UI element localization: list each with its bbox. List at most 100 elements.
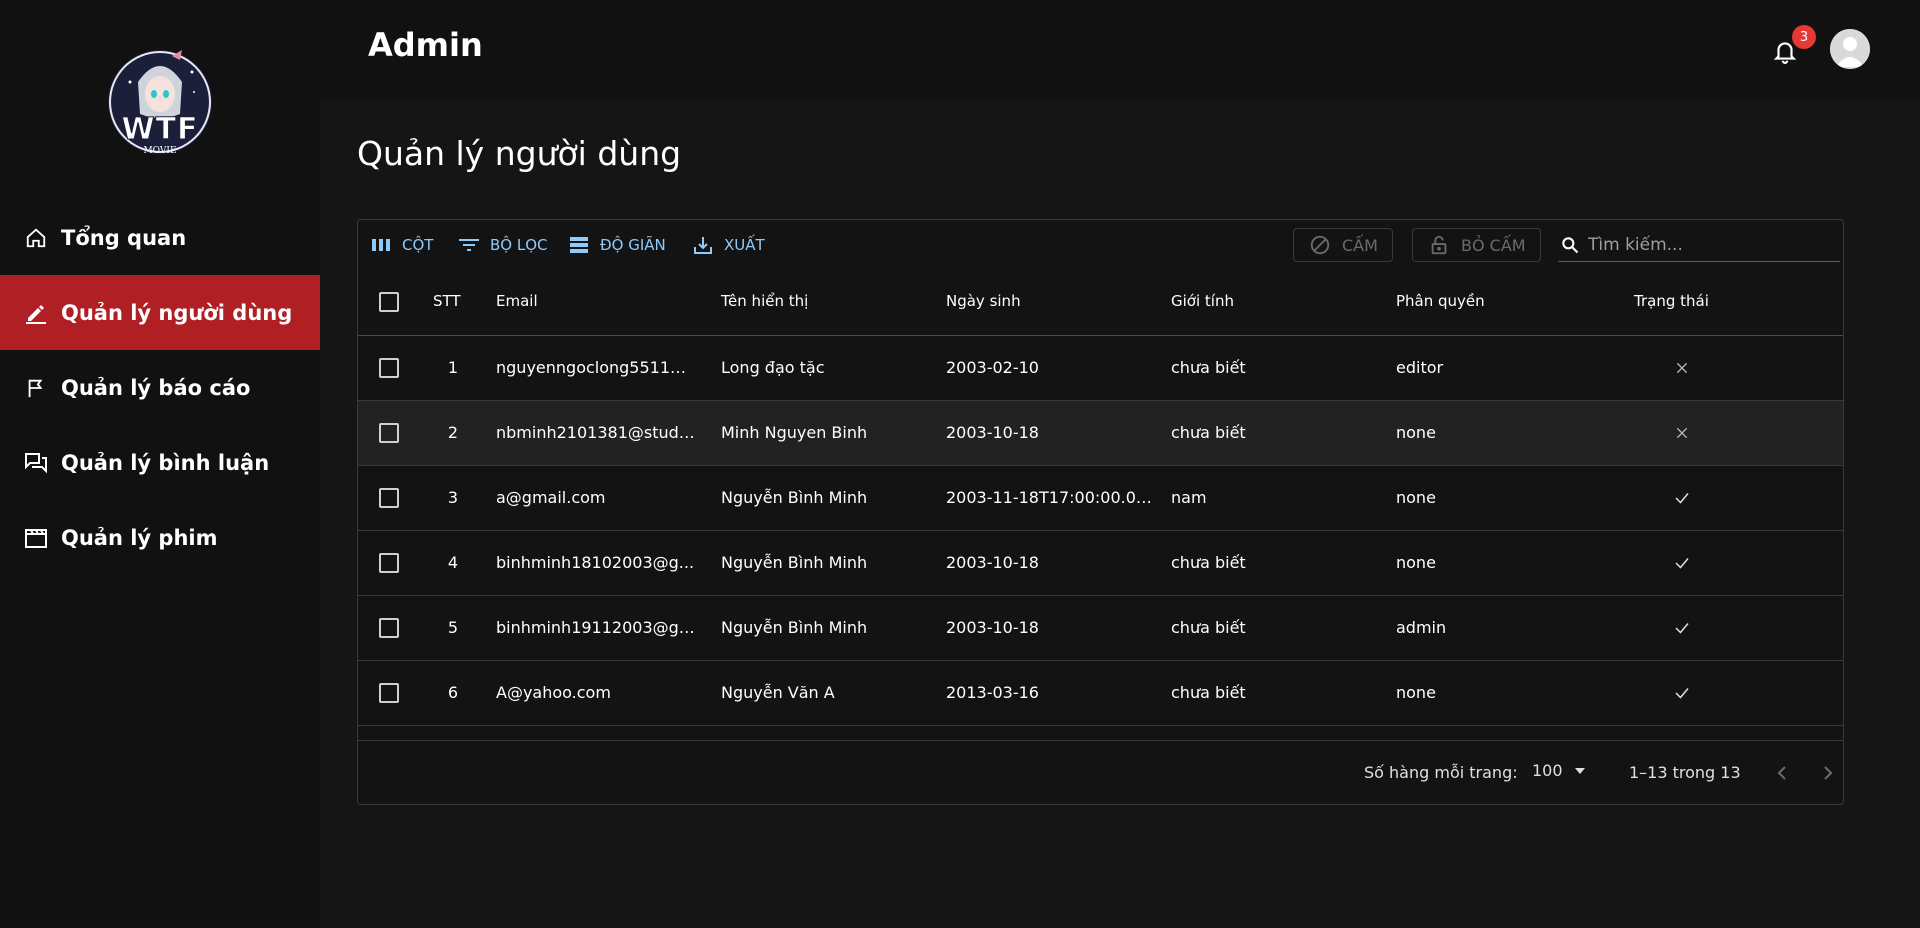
- sidebar-item-movies[interactable]: Quản lý phim: [0, 500, 320, 575]
- ban-button[interactable]: CẤM: [1293, 228, 1393, 262]
- chevron-right-icon: [1824, 766, 1833, 780]
- sidebar-item-label: Quản lý người dùng: [61, 300, 293, 325]
- home-icon: [24, 226, 48, 250]
- sidebar-item-comments[interactable]: Quản lý bình luận: [0, 425, 320, 500]
- status-active-check-icon: [1670, 486, 1694, 510]
- unban-button-label: BỎ CẤM: [1461, 235, 1526, 255]
- logo-subtext: MOVIE: [143, 146, 177, 156]
- cell-dob: 2003-11-18T17:00:00.000Z: [946, 488, 1156, 507]
- table-row[interactable]: 1 nguyenngoclong5511@... Long đạo tặc 2003-…: [358, 336, 1843, 401]
- status-inactive-x-icon: [1670, 356, 1694, 380]
- table-row[interactable]: 3 a@gmail.com Nguyễn Bình Minh 2003-11-18T1…: [358, 466, 1843, 531]
- cell-gender: chưa biết: [1171, 358, 1246, 377]
- comments-icon: [24, 451, 48, 475]
- cell-gender: chưa biết: [1171, 618, 1246, 637]
- cell-name: Nguyễn Bình Minh: [721, 488, 868, 507]
- sidebar-item-reports[interactable]: Quản lý báo cáo: [0, 350, 320, 425]
- cell-role: none: [1396, 553, 1436, 572]
- grid-toolbar: CỘT BỘ LỌC ĐỘ GIÃN XUẤT CẤM BỎ CẤM Tìm k…: [358, 220, 1843, 270]
- cell-name: Long đạo tặc: [721, 358, 825, 377]
- select-all-checkbox[interactable]: [379, 292, 399, 312]
- cell-email: nguyenngoclong5511@...: [496, 358, 696, 377]
- notification-badge: 3: [1792, 25, 1816, 49]
- pagination-footer: Số hàng mỗi trang: 100 1–13 trong 13: [358, 740, 1843, 806]
- cell-email: binhminh19112003@gm...: [496, 618, 696, 637]
- sidebar-item-label: Quản lý báo cáo: [61, 375, 251, 400]
- table-row[interactable]: 4 binhminh18102003@g... Nguyễn Bình Minh 20…: [358, 531, 1843, 596]
- cell-gender: chưa biết: [1171, 553, 1246, 572]
- column-header-email[interactable]: Email: [496, 292, 538, 310]
- row-checkbox[interactable]: [379, 488, 399, 508]
- sidebar-item-users[interactable]: Quản lý người dùng: [0, 275, 320, 350]
- pagination-range: 1–13 trong 13: [1629, 763, 1741, 782]
- cell-email: nbminh2101381@studen...: [496, 423, 696, 442]
- cell-role: none: [1396, 423, 1436, 442]
- column-header-dob[interactable]: Ngày sinh: [946, 292, 1021, 310]
- cell-email: binhminh18102003@g...: [496, 553, 695, 572]
- cell-role: admin: [1396, 618, 1447, 637]
- status-active-check-icon: [1670, 681, 1694, 705]
- cell-stt: 5: [447, 618, 459, 637]
- cell-name: Nguyễn Bình Minh: [721, 618, 868, 637]
- filter-icon: [458, 234, 480, 256]
- column-header-status[interactable]: Trạng thái: [1634, 292, 1709, 310]
- user-avatar-icon: [1830, 29, 1870, 69]
- status-active-check-icon: [1670, 616, 1694, 640]
- column-header-gender[interactable]: Giới tính: [1171, 292, 1234, 310]
- filter-button-label: BỘ LỌC: [490, 236, 548, 254]
- download-icon: [692, 234, 714, 256]
- columns-button[interactable]: CỘT: [370, 233, 433, 257]
- cell-name: Nguyễn Văn A: [721, 683, 835, 702]
- clapperboard-icon: [24, 526, 48, 550]
- avatar[interactable]: [1830, 29, 1870, 69]
- row-checkbox[interactable]: [379, 358, 399, 378]
- column-header-stt[interactable]: STT: [433, 292, 461, 310]
- filter-button[interactable]: BỘ LỌC: [458, 233, 548, 257]
- rows-per-page-select[interactable]: 100: [1532, 761, 1587, 780]
- logo[interactable]: WTF MOVIE: [108, 42, 212, 160]
- table-row[interactable]: 5 binhminh19112003@gm... Nguyễn Bình Minh 2…: [358, 596, 1843, 661]
- cell-stt: 2: [447, 423, 459, 442]
- rows-per-page-label: Số hàng mỗi trang:: [1364, 763, 1518, 782]
- columns-icon: [370, 234, 392, 256]
- cell-stt: 3: [447, 488, 459, 507]
- sidebar: WTF MOVIE Tổng quan Quản lý người dùng Q…: [0, 0, 320, 928]
- column-header-name[interactable]: Tên hiển thị: [721, 292, 808, 310]
- logo-text: WTF: [121, 112, 199, 148]
- cell-dob: 2003-10-18: [946, 423, 1039, 442]
- cell-stt: 1: [447, 358, 459, 377]
- previous-page-button[interactable]: [1770, 761, 1794, 785]
- status-inactive-x-icon: [1670, 421, 1694, 445]
- dropdown-arrow-icon: [1573, 766, 1587, 776]
- sidebar-item-label: Quản lý phim: [61, 525, 218, 550]
- row-checkbox[interactable]: [379, 618, 399, 638]
- row-checkbox[interactable]: [379, 423, 399, 443]
- row-checkbox[interactable]: [379, 553, 399, 573]
- ban-button-label: CẤM: [1342, 235, 1378, 255]
- search-box: [1558, 228, 1840, 262]
- table-row[interactable]: 6 A@yahoo.com Nguyễn Văn A 2013-03-16 chưa b…: [358, 661, 1843, 726]
- sidebar-item-overview[interactable]: Tổng quan: [0, 200, 320, 275]
- search-input[interactable]: [1588, 234, 1828, 255]
- cell-gender: chưa biết: [1171, 423, 1246, 442]
- cell-stt: 4: [447, 553, 459, 572]
- table-row[interactable]: 2 nbminh2101381@studen... Minh Nguyen Binh…: [358, 401, 1843, 466]
- status-active-check-icon: [1670, 551, 1694, 575]
- chevron-left-icon: [1777, 766, 1786, 780]
- export-button[interactable]: XUẤT: [692, 233, 765, 257]
- block-icon: [1308, 233, 1332, 257]
- top-header: Admin 3: [320, 0, 1920, 100]
- cell-role: none: [1396, 683, 1436, 702]
- users-data-grid: CỘT BỘ LỌC ĐỘ GIÃN XUẤT CẤM BỎ CẤM Tìm k…: [357, 219, 1844, 805]
- cell-name: Nguyễn Bình Minh: [721, 553, 868, 572]
- cell-email: a@gmail.com: [496, 488, 606, 507]
- cell-name: Minh Nguyen Binh: [721, 423, 868, 442]
- row-checkbox[interactable]: [379, 683, 399, 703]
- next-page-button[interactable]: [1816, 761, 1840, 785]
- rows-per-page-value: 100: [1532, 761, 1563, 780]
- header-title: Admin: [368, 26, 483, 64]
- unban-button[interactable]: BỎ CẤM: [1412, 228, 1541, 262]
- column-header-role[interactable]: Phân quyền: [1396, 292, 1485, 310]
- density-button[interactable]: ĐỘ GIÃN: [568, 233, 666, 257]
- cell-gender: nam: [1171, 488, 1207, 507]
